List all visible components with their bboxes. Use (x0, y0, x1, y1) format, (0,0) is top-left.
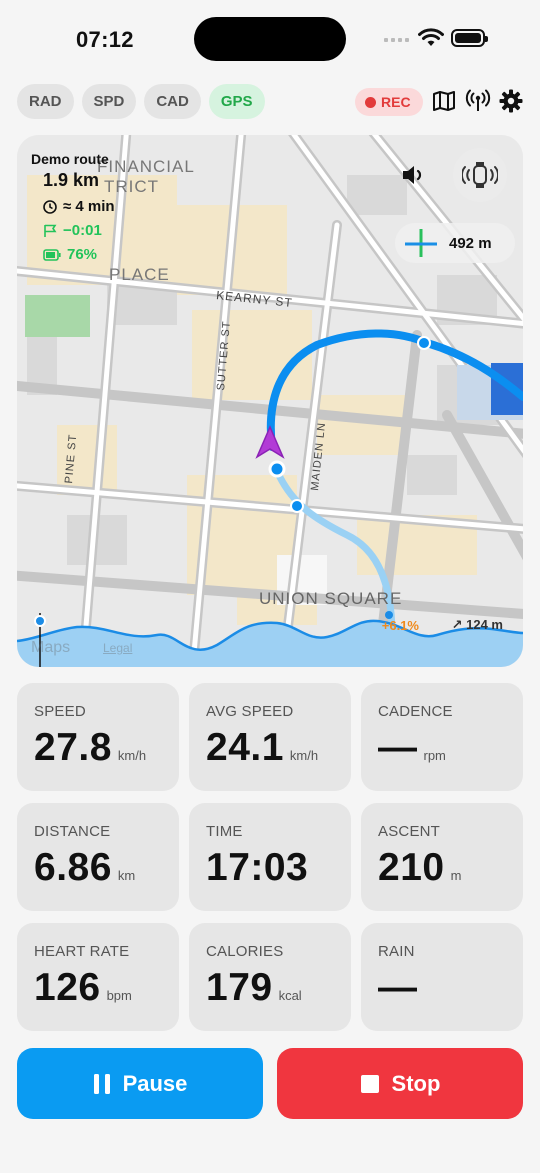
map-scale: 492 m (395, 223, 515, 263)
sound-button[interactable] (387, 148, 441, 202)
tile-label: DISTANCE (34, 823, 111, 840)
antenna-broadcast-icon[interactable] (465, 89, 491, 113)
battery-row: 76% (43, 246, 115, 263)
route-info: Demo route 1.9 km ≈ 4 min −0:01 76% (31, 151, 115, 263)
tile-label: AVG SPEED (206, 703, 294, 720)
tile-value: — (378, 966, 418, 1009)
street-label: UNION SQUARE (259, 589, 403, 608)
tile-unit: km/h (117, 748, 147, 763)
scale-value: 492 m (449, 234, 492, 252)
tile-calories[interactable]: CALORIES 179 kcal (189, 923, 351, 1031)
battery-icon (451, 29, 488, 47)
tile-value: 24.1 (206, 726, 284, 769)
sensor-chips: RAD SPD CAD GPS (17, 84, 265, 119)
tile-avg-speed[interactable]: AVG SPEED 24.1 km/h (189, 683, 351, 791)
sensor-chip-gps[interactable]: GPS (208, 84, 265, 119)
crosshair-icon (405, 229, 437, 257)
tile-unit: km (117, 868, 136, 883)
street-label: PLACE (109, 265, 170, 284)
elevation-profile (17, 611, 523, 667)
tile-value: 27.8 (34, 726, 112, 769)
stop-icon (360, 1074, 379, 1093)
tile-label: CALORIES (206, 943, 284, 960)
sensor-chip-spd[interactable]: SPD (81, 84, 137, 119)
tile-value: 6.86 (34, 846, 112, 889)
status-bar: 07:12 (0, 0, 540, 80)
tile-label: RAIN (378, 943, 415, 960)
elevation-grade: +6.1% (381, 618, 419, 633)
status-time: 07:12 (76, 27, 134, 52)
map-icon[interactable] (432, 89, 456, 113)
watch-icon (462, 162, 498, 188)
battery-value: 76% (67, 246, 98, 263)
speaker-icon (403, 166, 422, 184)
eta-row: ≈ 4 min (43, 198, 115, 215)
pause-label: Pause (122, 1070, 188, 1096)
tile-unit: bpm (106, 988, 132, 1003)
cellular-signal-icon (384, 38, 409, 42)
gear-icon[interactable] (499, 89, 523, 113)
tile-label: ASCENT (378, 823, 441, 840)
tile-cadence[interactable]: CADENCE — rpm (361, 683, 523, 791)
tile-time[interactable]: TIME 17:03 (189, 803, 351, 911)
tile-value: 179 (206, 966, 273, 1009)
battery-level-icon (43, 248, 61, 261)
wifi-icon (418, 28, 444, 46)
tile-rain[interactable]: RAIN — (361, 923, 523, 1031)
stop-button[interactable]: Stop (277, 1048, 523, 1119)
tile-label: TIME (206, 823, 243, 840)
clock-icon (43, 199, 57, 214)
route-name: Demo route (31, 151, 109, 167)
maps-legal-link[interactable]: Legal (103, 641, 132, 655)
tile-speed[interactable]: SPEED 27.8 km/h (17, 683, 179, 791)
tile-label: HEART RATE (34, 943, 130, 960)
tile-value: 210 (378, 846, 445, 889)
elevation-altitude: ↗ 124 m (451, 617, 503, 632)
tile-label: CADENCE (378, 703, 453, 720)
tile-unit: m (450, 868, 462, 883)
eta-value: ≈ 4 min (63, 198, 115, 215)
time-delta-value: −0:01 (63, 222, 102, 239)
route-map[interactable]: FINANCIAL TRICT PLACE KEARNY ST SUTTER S… (17, 135, 523, 667)
watch-button[interactable] (453, 148, 507, 202)
dynamic-island (194, 17, 346, 61)
flag-icon (44, 224, 57, 237)
maps-attribution-logo: Maps (31, 639, 71, 656)
tile-unit: rpm (423, 748, 446, 763)
record-dot-icon (365, 96, 376, 108)
tile-label: SPEED (34, 703, 86, 720)
tile-distance[interactable]: DISTANCE 6.86 km (17, 803, 179, 911)
recording-label: REC (381, 94, 411, 110)
tile-value: — (378, 726, 418, 769)
time-delta-row: −0:01 (43, 222, 115, 239)
sensor-chip-rad[interactable]: RAD (17, 84, 74, 119)
stop-label: Stop (391, 1070, 441, 1096)
tile-unit: kcal (278, 988, 302, 1003)
tile-value: 17:03 (206, 846, 309, 889)
tile-value: 126 (34, 966, 101, 1009)
sensor-chip-cad[interactable]: CAD (144, 84, 201, 119)
tile-unit: km/h (289, 748, 319, 763)
pause-icon (93, 1073, 110, 1094)
tile-ascent[interactable]: ASCENT 210 m (361, 803, 523, 911)
remaining-distance: 1.9 km (43, 170, 100, 190)
recording-badge[interactable]: REC (355, 88, 423, 116)
pause-button[interactable]: Pause (17, 1048, 263, 1119)
tile-heart-rate[interactable]: HEART RATE 126 bpm (17, 923, 179, 1031)
